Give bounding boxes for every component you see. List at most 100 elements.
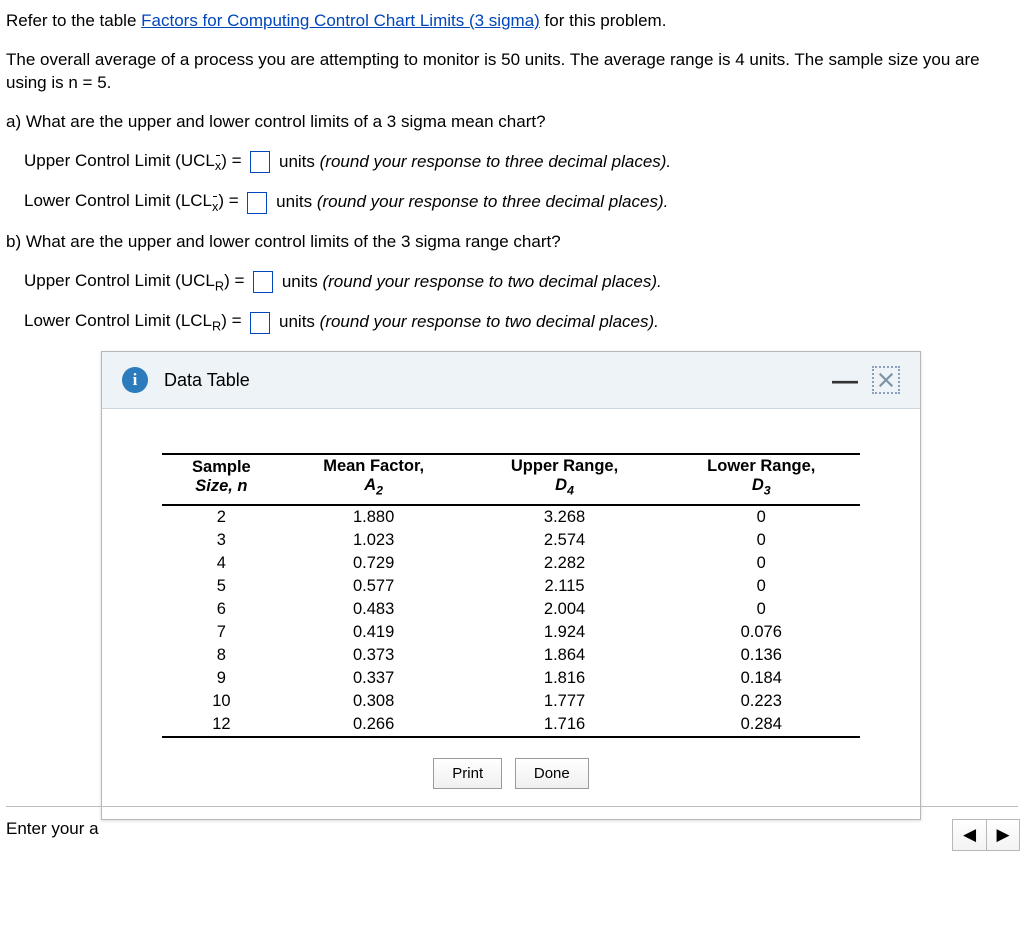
cell-n: 7 (162, 621, 281, 644)
cell-a2: 0.337 (281, 667, 467, 690)
part-b-prompt: b) What are the upper and lower control … (6, 231, 1018, 254)
cell-d4: 1.816 (467, 667, 663, 690)
pager: ◀ ▶ (952, 819, 1020, 851)
modal-body: Sample Size, n Mean Factor, A2 Upper Ran… (102, 409, 920, 818)
info-icon: i (122, 367, 148, 393)
table-row: 60.4832.0040 (162, 598, 860, 621)
close-icon[interactable] (872, 366, 900, 394)
modal-header: i Data Table — (102, 352, 920, 409)
cell-n: 8 (162, 644, 281, 667)
x-bar-sub: x (212, 198, 218, 215)
lcl-x-row: Lower Control Limit (LCLx) = units (roun… (24, 190, 1018, 215)
cell-n: 5 (162, 575, 281, 598)
cell-d3: 0.184 (663, 667, 860, 690)
r-sub: R (212, 319, 221, 334)
cell-d3: 0.284 (663, 713, 860, 737)
cell-d3: 0 (663, 552, 860, 575)
ucl-x-label: Upper Control Limit (UCLx) = (24, 150, 242, 175)
cell-d4: 2.574 (467, 529, 663, 552)
cell-n: 2 (162, 505, 281, 529)
cell-a2: 0.729 (281, 552, 467, 575)
done-button[interactable]: Done (515, 758, 589, 789)
ucl-r-row: Upper Control Limit (UCLR) = units (roun… (24, 270, 1018, 295)
cell-n: 3 (162, 529, 281, 552)
refer-line: Refer to the table Factors for Computing… (6, 10, 1018, 33)
cell-d3: 0 (663, 529, 860, 552)
lcl-r-input[interactable] (250, 312, 270, 334)
modal-title: Data Table (164, 370, 250, 391)
cell-d4: 1.716 (467, 713, 663, 737)
part-a-prompt: a) What are the upper and lower control … (6, 111, 1018, 134)
round-note: (round your response to two decimal plac… (320, 312, 659, 331)
table-row: 70.4191.9240.076 (162, 621, 860, 644)
cell-n: 4 (162, 552, 281, 575)
cell-a2: 0.373 (281, 644, 467, 667)
enter-answer-text: Enter your a (6, 819, 99, 839)
lcl-x-label: Lower Control Limit (LCLx) = (24, 190, 239, 215)
cell-a2: 0.308 (281, 690, 467, 713)
cell-d4: 1.864 (467, 644, 663, 667)
col-mean-factor: Mean Factor, A2 (281, 454, 467, 503)
ucl-x-row: Upper Control Limit (UCLx) = units (roun… (24, 150, 1018, 175)
table-row: 21.8803.2680 (162, 505, 860, 529)
table-row: 90.3371.8160.184 (162, 667, 860, 690)
cell-d3: 0.076 (663, 621, 860, 644)
ucl-r-label: Upper Control Limit (UCLR) = (24, 270, 244, 295)
round-note: (round your response to three decimal pl… (317, 192, 669, 211)
cell-d3: 0 (663, 505, 860, 529)
factors-table: Sample Size, n Mean Factor, A2 Upper Ran… (162, 453, 860, 737)
cell-d4: 2.282 (467, 552, 663, 575)
cell-a2: 0.577 (281, 575, 467, 598)
cell-n: 10 (162, 690, 281, 713)
x-bar-sub: x (215, 157, 221, 174)
col-sample-size: Sample Size, n (162, 454, 281, 503)
cell-n: 12 (162, 713, 281, 737)
table-row: 31.0232.5740 (162, 529, 860, 552)
lcl-x-input[interactable] (247, 192, 267, 214)
setup-text: The overall average of a process you are… (6, 49, 1018, 95)
cell-d3: 0 (663, 598, 860, 621)
minimize-icon[interactable]: — (832, 375, 858, 385)
units-text: units (279, 312, 320, 331)
col-upper-range: Upper Range, D4 (467, 454, 663, 503)
cell-d3: 0.223 (663, 690, 860, 713)
r-sub: R (215, 278, 224, 293)
cell-a2: 0.419 (281, 621, 467, 644)
print-button[interactable]: Print (433, 758, 502, 789)
table-row: 40.7292.2820 (162, 552, 860, 575)
cell-d4: 2.115 (467, 575, 663, 598)
table-row: 100.3081.7770.223 (162, 690, 860, 713)
round-note: (round your response to two decimal plac… (322, 272, 661, 291)
cell-d4: 2.004 (467, 598, 663, 621)
cell-a2: 1.880 (281, 505, 467, 529)
ucl-r-input[interactable] (253, 271, 273, 293)
cell-a2: 1.023 (281, 529, 467, 552)
table-row: 80.3731.8640.136 (162, 644, 860, 667)
units-text: units (276, 192, 317, 211)
ucl-x-input[interactable] (250, 151, 270, 173)
cell-d3: 0.136 (663, 644, 860, 667)
cell-d3: 0 (663, 575, 860, 598)
col-lower-range: Lower Range, D3 (663, 454, 860, 503)
modal-buttons: Print Done (162, 738, 860, 799)
cell-d4: 3.268 (467, 505, 663, 529)
table-row: 50.5772.1150 (162, 575, 860, 598)
cell-a2: 0.266 (281, 713, 467, 737)
footer-bar: Enter your a ◀ ▶ (6, 806, 1018, 853)
factors-table-link[interactable]: Factors for Computing Control Chart Limi… (141, 11, 540, 30)
lcl-r-row: Lower Control Limit (LCLR) = units (roun… (24, 310, 1018, 335)
cell-n: 9 (162, 667, 281, 690)
round-note: (round your response to three decimal pl… (320, 152, 672, 171)
next-button[interactable]: ▶ (986, 819, 1020, 851)
cell-d4: 1.777 (467, 690, 663, 713)
units-text: units (279, 152, 320, 171)
refer-post: for this problem. (540, 11, 667, 30)
lcl-r-label: Lower Control Limit (LCLR) = (24, 310, 242, 335)
prev-button[interactable]: ◀ (952, 819, 986, 851)
refer-pre: Refer to the table (6, 11, 141, 30)
cell-d4: 1.924 (467, 621, 663, 644)
cell-a2: 0.483 (281, 598, 467, 621)
cell-n: 6 (162, 598, 281, 621)
data-table-modal: i Data Table — Sample Size, n Mean Facto… (101, 351, 921, 819)
table-row: 120.2661.7160.284 (162, 713, 860, 737)
